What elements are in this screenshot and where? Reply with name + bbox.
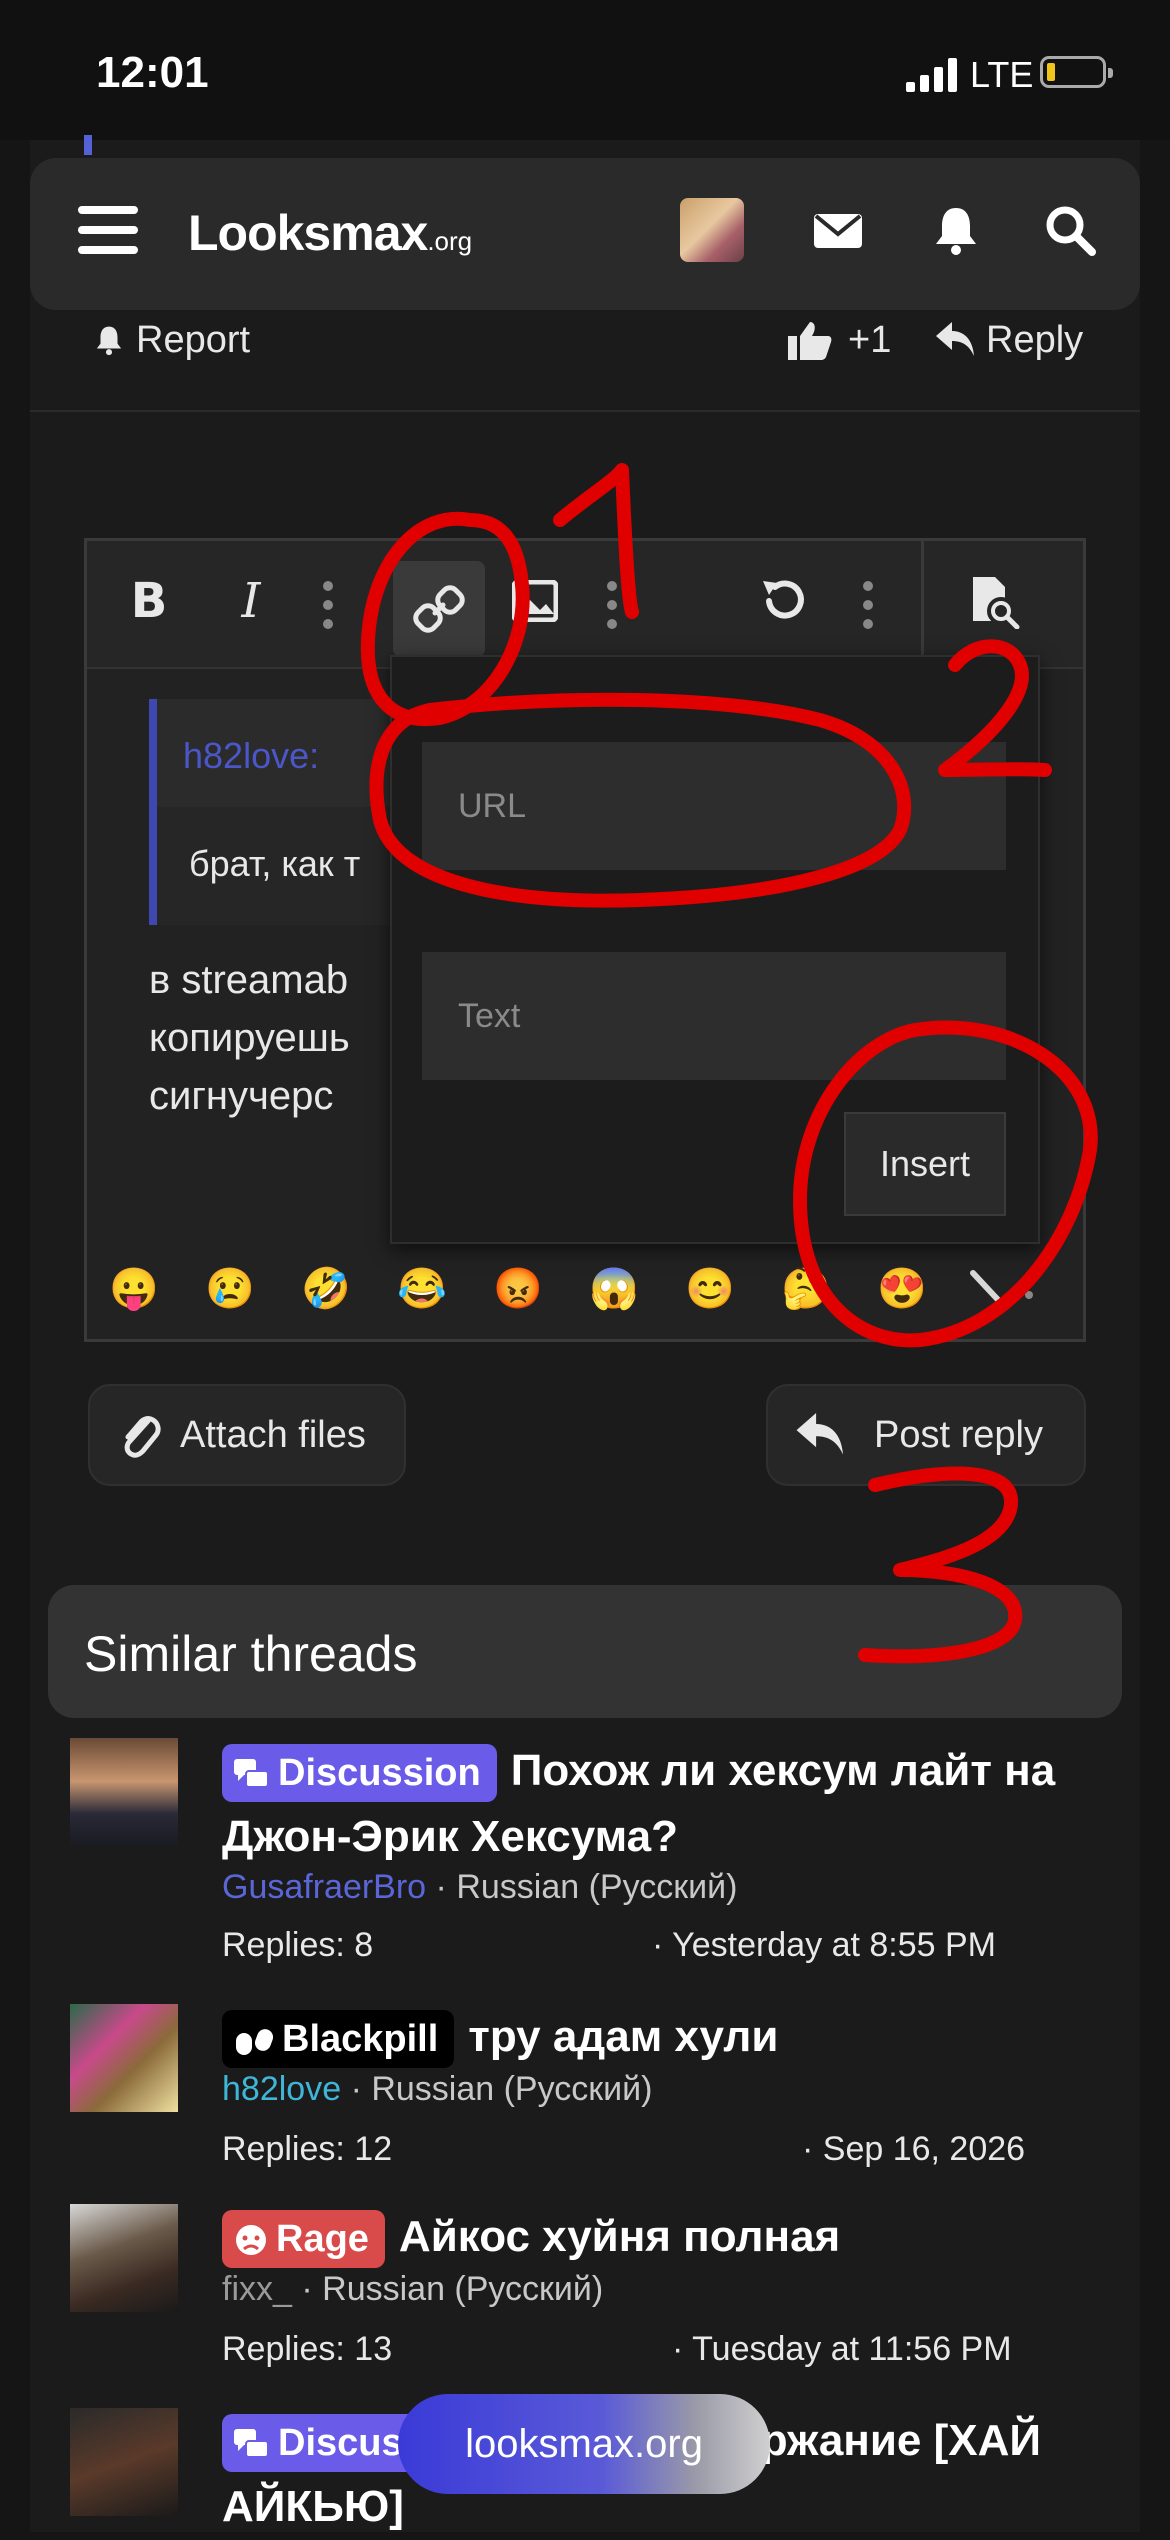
thread-replies: Replies: 8: [222, 1926, 374, 1964]
editor-line: в streamab: [149, 958, 349, 1002]
thread-title[interactable]: Blackpill тру адам хули: [222, 2004, 1122, 2070]
emoji-thinking[interactable]: 🤔: [773, 1255, 839, 1321]
status-bar: 12:01 LTE: [0, 0, 1170, 140]
editor-content[interactable]: в streamab копируешь сигнучерс: [149, 951, 350, 1125]
angry-face-icon: [236, 2225, 266, 2255]
image-icon[interactable]: [505, 571, 565, 631]
quote-text: брат, как т: [189, 843, 361, 884]
thread-author[interactable]: GusafraerBro: [222, 1868, 426, 1906]
rage-badge: Rage: [222, 2210, 385, 2268]
discussion-badge: Discussion: [222, 1744, 497, 1802]
emoji-heart-eyes[interactable]: 😍: [869, 1255, 935, 1321]
bold-icon[interactable]: B: [119, 571, 179, 631]
editor-line: сигнучерс: [149, 1074, 334, 1118]
italic-icon[interactable]: I: [221, 571, 281, 631]
site-logo[interactable]: Looksmax.org: [188, 204, 472, 262]
thread-title-text: Айкос хуйня полная: [398, 2212, 841, 2261]
post-reply-button[interactable]: Post reply: [766, 1384, 1086, 1486]
url-input[interactable]: [422, 742, 1006, 870]
editor-line: копируешь: [149, 1016, 350, 1060]
like-count: +1: [848, 318, 892, 361]
search-icon[interactable]: [1042, 202, 1098, 258]
editor-toolbar: B I: [87, 541, 1083, 669]
like-button[interactable]: +1: [788, 310, 891, 370]
link-icon[interactable]: [393, 561, 485, 657]
paperclip-icon: [124, 1416, 161, 1458]
expand-emoji-icon[interactable]: [969, 1269, 1049, 1313]
bell-icon[interactable]: [928, 202, 984, 258]
thread-meta: h82love · Russian (Русский): [222, 2070, 652, 2109]
pill-icon: [236, 2029, 274, 2055]
quote-author[interactable]: h82love:: [183, 735, 319, 777]
emoji-blush[interactable]: 😊: [677, 1255, 743, 1321]
similar-threads-title: Similar threads: [84, 1626, 418, 1682]
thumbs-up-icon: [788, 322, 832, 360]
report-label: Report: [136, 318, 251, 361]
attach-files-button[interactable]: Attach files: [88, 1384, 406, 1486]
chat-bubbles-icon: [234, 2429, 269, 2458]
undo-icon[interactable]: [753, 571, 813, 631]
bell-icon: [96, 326, 122, 356]
reply-button[interactable]: Reply: [936, 310, 1083, 370]
thread-avatar[interactable]: [70, 2204, 178, 2312]
logo-text: Looksmax: [188, 205, 428, 261]
thread-forum[interactable]: · Russian (Русский): [301, 2270, 603, 2308]
emoji-scream[interactable]: 😱: [581, 1255, 647, 1321]
logo-suffix: .org: [427, 226, 473, 256]
reply-icon: [796, 1413, 843, 1455]
chat-bubbles-icon: [234, 1759, 269, 1788]
emoji-tongue[interactable]: 😛: [101, 1255, 167, 1321]
blackpill-badge: Blackpill: [222, 2010, 455, 2068]
top-navbar: Looksmax.org: [30, 158, 1140, 310]
mail-icon[interactable]: [810, 202, 866, 258]
emoji-tears-of-joy[interactable]: 😂: [389, 1255, 455, 1321]
thread-avatar[interactable]: [70, 1738, 178, 1846]
network-label: LTE: [970, 54, 1034, 95]
similar-threads-header: Similar threads: [48, 1585, 1122, 1718]
thread-replies: Replies: 12: [222, 2130, 393, 2168]
thread-title-text: тру адам хули: [468, 2012, 779, 2061]
emoji-angry[interactable]: 😡: [485, 1255, 551, 1321]
user-avatar[interactable]: [680, 198, 744, 262]
report-button[interactable]: Report: [92, 310, 250, 370]
thread-author[interactable]: h82love: [222, 2070, 341, 2108]
scroll-marker: [84, 135, 92, 155]
reply-label: Reply: [986, 318, 1084, 361]
thread-date: · Sep 16, 2026: [802, 2130, 1026, 2168]
thread-date: · Yesterday at 8:55 PM: [652, 1926, 996, 1964]
more-edit-icon[interactable]: [863, 581, 875, 629]
thread-meta: fixx_ · Russian (Русский): [222, 2270, 603, 2309]
thread-author[interactable]: fixx_: [222, 2270, 292, 2308]
emoji-crying[interactable]: 😢: [197, 1255, 263, 1321]
post-reply-label: Post reply: [874, 1413, 1043, 1456]
emoji-bar: 😛 😢 🤣 😂 😡 😱 😊 🤔 😍: [87, 1241, 1083, 1341]
menu-icon[interactable]: [78, 206, 138, 254]
toolbar-divider: [921, 541, 924, 667]
link-text-input[interactable]: [422, 952, 1006, 1080]
thread-replies: Replies: 13: [222, 2330, 393, 2368]
url-text: looksmax.org: [465, 2421, 703, 2466]
thread-title[interactable]: Discussion Похож ли хексум лайт на Джон-Э…: [222, 1738, 1122, 1870]
post-actions: Report +1 Reply: [30, 310, 1140, 412]
thread-avatar[interactable]: [70, 2408, 178, 2516]
more-insert-icon[interactable]: [607, 581, 619, 629]
reply-icon: [936, 322, 974, 356]
thread-title[interactable]: Rage Айкос хуйня полная: [222, 2204, 1122, 2270]
emoji-rofl[interactable]: 🤣: [293, 1255, 359, 1321]
status-time: 12:01: [96, 48, 209, 97]
preview-icon[interactable]: [963, 571, 1023, 631]
more-options-icon[interactable]: [323, 581, 335, 629]
thread-date: · Tuesday at 11:56 PM: [672, 2330, 1012, 2368]
battery-icon: [1040, 56, 1113, 88]
thread-forum[interactable]: · Russian (Русский): [436, 1868, 738, 1906]
insert-button[interactable]: Insert: [844, 1112, 1006, 1216]
thread-forum[interactable]: · Russian (Русский): [351, 2070, 653, 2108]
thread-meta: GusafraerBro · Russian (Русский): [222, 1868, 737, 1907]
insert-link-popup: Insert: [390, 655, 1040, 1244]
thread-avatar[interactable]: [70, 2004, 178, 2112]
signal-icon: [906, 58, 957, 92]
browser-url-pill[interactable]: looksmax.org: [398, 2394, 770, 2494]
attach-files-label: Attach files: [180, 1413, 366, 1456]
